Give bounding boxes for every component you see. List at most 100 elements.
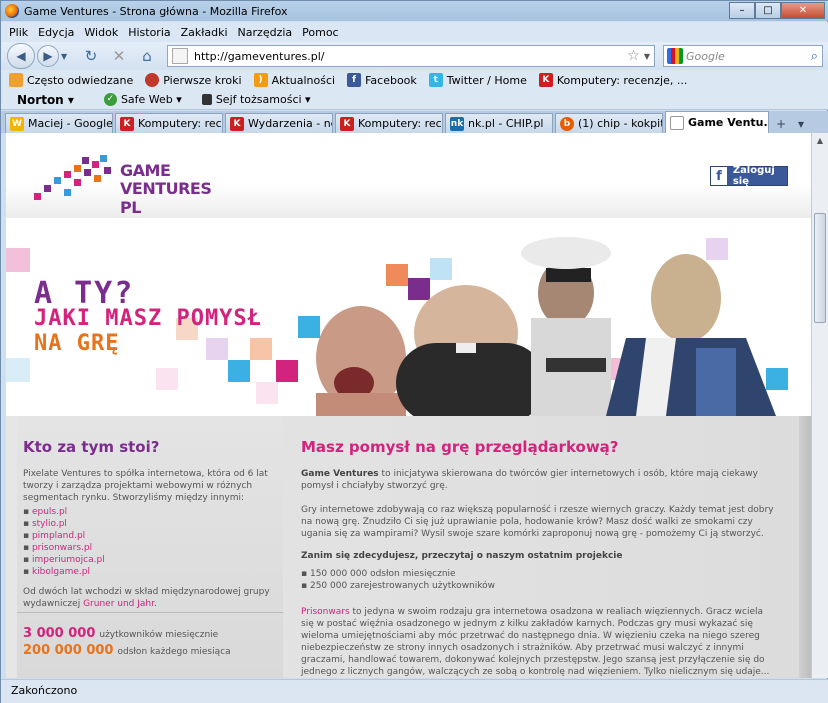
brand-name: Game Ventures bbox=[301, 469, 379, 479]
site-link[interactable]: prisonwars.pl bbox=[23, 542, 105, 554]
menu-zakladki[interactable]: Zakładki bbox=[181, 26, 228, 39]
close-window-button[interactable]: ✕ bbox=[781, 2, 825, 19]
tab[interactable]: K Wydarzenia - ne... bbox=[225, 113, 333, 133]
safe-web-button[interactable]: ✓ Safe Web ▾ bbox=[103, 93, 182, 106]
prisonwars-paragraph: Prisonwars to jedyna w swoim rodzaju gra… bbox=[301, 606, 777, 678]
stop-icon: ✕ bbox=[112, 47, 126, 65]
minimize-button[interactable]: – bbox=[729, 2, 755, 19]
tab-label: Maciej - Google ... bbox=[28, 117, 113, 130]
chevron-down-icon: ▼ bbox=[61, 51, 68, 61]
site-icon: K bbox=[230, 116, 244, 131]
prisonwars-text: to jedyna w swoim rodzaju gra internetow… bbox=[301, 607, 770, 677]
site-link[interactable]: epuls.pl bbox=[23, 506, 105, 518]
tab-label: Wydarzenia - ne... bbox=[248, 117, 332, 130]
tab-label: nk.pl - CHIP.pl bbox=[468, 117, 544, 130]
fact-item: 250 000 zarejestrowanych użytkowników bbox=[301, 580, 495, 592]
reload-button[interactable]: ↻ bbox=[79, 45, 103, 67]
bookmark-item[interactable]: t Twitter / Home bbox=[428, 73, 527, 87]
history-dropdown[interactable]: ▼ bbox=[61, 52, 73, 61]
bookmark-label: Często odwiedzane bbox=[27, 73, 134, 87]
tab-label: Game Ventu... bbox=[688, 116, 769, 129]
bookmark-label: Komputery: recenzje, ... bbox=[556, 73, 688, 87]
home-button[interactable]: ⌂ bbox=[135, 45, 159, 67]
rss-icon: ) bbox=[253, 73, 268, 87]
menu-plik[interactable]: Plik bbox=[9, 26, 28, 39]
scroll-up-icon[interactable]: ▲ bbox=[812, 133, 828, 149]
site-link[interactable]: imperiumojca.pl bbox=[23, 554, 105, 566]
menu-edycja[interactable]: Edycja bbox=[38, 26, 74, 39]
url-dropdown-icon[interactable]: ▼ bbox=[644, 52, 650, 61]
menu-narzedzia[interactable]: Narzędzia bbox=[238, 26, 293, 39]
tab[interactable]: W Maciej - Google ... bbox=[5, 113, 113, 133]
url-bar[interactable]: http://gameventures.pl/ ☆ ▼ bbox=[167, 45, 655, 67]
stat-number: 3 000 000 bbox=[23, 626, 96, 641]
tab[interactable]: K Komputery: rece... bbox=[115, 113, 223, 133]
fact-item: 150 000 000 odsłon miesięcznie bbox=[301, 568, 495, 580]
bookmark-label: Facebook bbox=[365, 73, 417, 87]
new-tab-button[interactable]: + bbox=[771, 115, 791, 133]
firefox-icon bbox=[5, 4, 19, 18]
site-link[interactable]: stylio.pl bbox=[23, 518, 105, 530]
status-bar: Zakończono bbox=[1, 679, 828, 703]
menu-historia[interactable]: Historia bbox=[128, 26, 170, 39]
right-edge bbox=[799, 416, 811, 678]
vertical-scrollbar[interactable]: ▲ bbox=[811, 133, 828, 678]
navigation-toolbar: ◀ ▶ ▼ ↻ ✕ ⌂ http://gameventures.pl/ ☆ ▼ … bbox=[1, 42, 828, 70]
bookmark-label: Twitter / Home bbox=[446, 73, 527, 87]
back-button[interactable]: ◀ bbox=[7, 43, 35, 69]
group-end: . bbox=[154, 599, 157, 609]
url-text[interactable]: http://gameventures.pl/ bbox=[194, 50, 627, 63]
norton-toolbar: Norton ▾ ✓ Safe Web ▾ Sejf tożsamości ▾ bbox=[1, 90, 828, 110]
hero-banner[interactable]: A TY? JAKI MASZ POMYSŁ NA GRĘ bbox=[6, 218, 811, 416]
main-column: Masz pomysł na grę przeglądarkową? Game … bbox=[301, 416, 793, 678]
tab-active[interactable]: Game Ventu...✕ bbox=[665, 111, 769, 133]
twitter-icon: t bbox=[428, 73, 443, 87]
facebook-login-button[interactable]: f Zaloguj się bbox=[710, 165, 788, 187]
main-heading: Masz pomysł na grę przeglądarkową? bbox=[301, 438, 619, 456]
bookmark-item[interactable]: Często odwiedzane bbox=[9, 73, 133, 87]
site-icon: K bbox=[340, 116, 354, 131]
browser-window: Game Ventures - Strona główna - Mozilla … bbox=[0, 0, 828, 703]
tab[interactable]: nk nk.pl - CHIP.pl bbox=[445, 113, 553, 133]
google-icon[interactable] bbox=[667, 48, 683, 64]
window-title: Game Ventures - Strona główna - Mozilla … bbox=[24, 4, 288, 18]
site-link[interactable]: pimpland.pl bbox=[23, 530, 105, 542]
tab-bar: W Maciej - Google ... K Komputery: rece...… bbox=[1, 111, 828, 133]
maximize-button[interactable]: □ bbox=[755, 2, 781, 19]
about-intro: Pixelate Ventures to spółka internetowa,… bbox=[23, 469, 268, 503]
tab[interactable]: b (1) chip - kokpit ... bbox=[555, 113, 663, 133]
gruner-link[interactable]: Gruner und Jahr bbox=[83, 599, 154, 609]
norton-menu[interactable]: Norton ▾ bbox=[17, 93, 74, 107]
menu-pomoc[interactable]: Pomoc bbox=[302, 26, 338, 39]
tab[interactable]: K Komputery: rece... bbox=[335, 113, 443, 133]
forward-button[interactable]: ▶ bbox=[37, 45, 59, 67]
search-icon[interactable]: ⌕ bbox=[811, 49, 818, 64]
site-icon: W bbox=[10, 116, 24, 131]
identity-label: Sejf tożsamości bbox=[215, 93, 302, 106]
scroll-thumb[interactable] bbox=[814, 213, 826, 323]
site-icon: b bbox=[560, 116, 574, 131]
identity-safe-button[interactable]: Sejf tożsamości ▾ bbox=[201, 93, 311, 106]
bookmark-star-icon[interactable]: ☆ bbox=[627, 48, 640, 64]
lock-icon bbox=[201, 94, 212, 105]
bookmark-item[interactable]: K Komputery: recenzje, ... bbox=[538, 73, 688, 87]
stat-number: 200 000 000 bbox=[23, 643, 114, 658]
stat-label: użytkowników miesięcznie bbox=[99, 630, 219, 640]
search-box[interactable]: Google ⌕ bbox=[663, 45, 823, 67]
checkmark-icon: ✓ bbox=[103, 93, 117, 106]
prisonwars-link[interactable]: Prisonwars bbox=[301, 607, 350, 617]
bookmark-item[interactable]: ) Aktualności bbox=[253, 73, 335, 87]
bookmark-item[interactable]: f Facebook bbox=[347, 73, 417, 87]
site-logo[interactable]: GAME VENTURES PL bbox=[34, 153, 224, 217]
menu-widok[interactable]: Widok bbox=[84, 26, 118, 39]
site-link[interactable]: kibolgame.pl bbox=[23, 566, 105, 578]
search-placeholder[interactable]: Google bbox=[686, 50, 811, 63]
group-info: Od dwóch lat wchodzi w skład międzynarod… bbox=[23, 586, 273, 610]
bookmark-label: Pierwsze kroki bbox=[163, 73, 242, 87]
tab-list-button[interactable]: ▾ bbox=[791, 115, 811, 133]
logo-text: GAME bbox=[120, 161, 171, 180]
bookmark-item[interactable]: Pierwsze kroki bbox=[145, 73, 242, 87]
hero-subheadline: JAKI MASZ POMYSŁ bbox=[34, 306, 262, 331]
stop-button[interactable]: ✕ bbox=[107, 45, 131, 67]
hero-subheadline-2: NA GRĘ bbox=[34, 331, 120, 356]
